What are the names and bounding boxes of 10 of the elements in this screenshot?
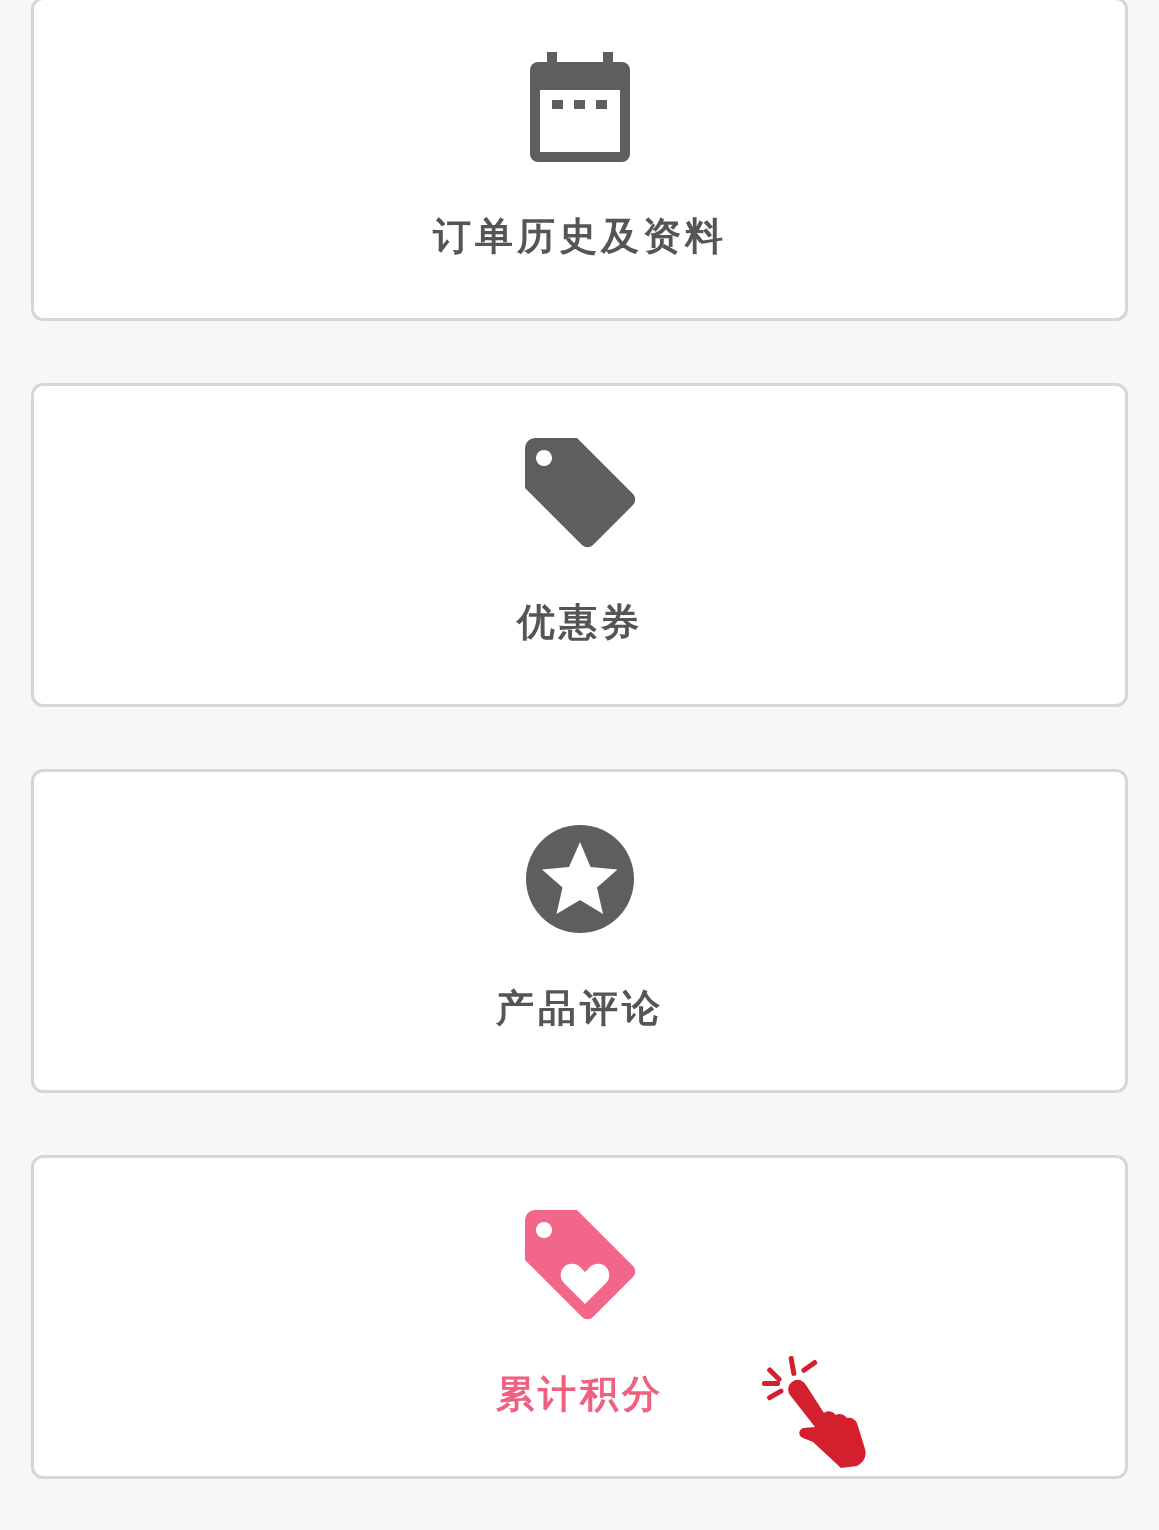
- menu-label: 累计积分: [495, 1371, 664, 1418]
- menu-card[interactable]: 订单历史及资料: [31, 0, 1128, 321]
- tag-icon: [524, 438, 635, 548]
- menu-card[interactable]: 产品评论: [31, 769, 1128, 1093]
- menu-label: 优惠券: [516, 599, 643, 646]
- menu-label: 产品评论: [495, 985, 664, 1032]
- menu-card[interactable]: 优惠券: [31, 383, 1128, 707]
- heart-tag-icon: [524, 1210, 635, 1320]
- menu-label: 订单历史及资料: [432, 213, 727, 260]
- calendar-icon: [529, 52, 630, 162]
